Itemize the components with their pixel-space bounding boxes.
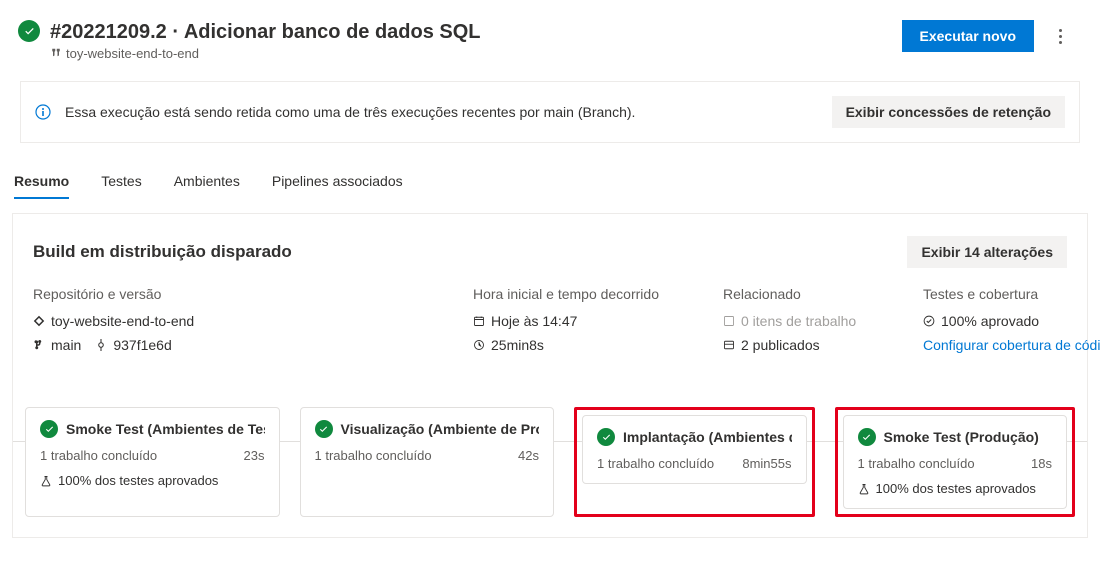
stages-strip: Smoke Test (Ambientes de Teste 1 trabalho… — [13, 377, 1087, 537]
stage-jobs: 1 trabalho concluído — [858, 456, 975, 471]
start-time: Hoje às 14:47 — [473, 313, 673, 329]
success-icon — [858, 428, 876, 446]
stage-card[interactable]: Implantação (Ambientes de P... 1 trabalho… — [582, 415, 807, 484]
stage-card[interactable]: Smoke Test (Produção) 1 trabalho concluíd… — [843, 415, 1068, 509]
run-new-button[interactable]: Executar novo — [902, 20, 1034, 52]
show-changes-button[interactable]: Exibir 14 alterações — [907, 236, 1067, 268]
tests-approved: 100% aprovado — [923, 313, 1067, 329]
success-icon — [315, 420, 333, 438]
success-icon — [18, 20, 40, 42]
pipeline-name[interactable]: toy-website-end-to-end — [50, 46, 902, 61]
success-icon — [40, 420, 58, 438]
tab-associated-pipelines[interactable]: Pipelines associados — [272, 173, 403, 199]
stage-duration: 18s — [1031, 456, 1052, 471]
stage-tests: 100% dos testes aprovados — [40, 473, 265, 488]
meta-related: Relacionado 0 itens de trabalho 2 public… — [723, 286, 873, 353]
published-artifacts[interactable]: 2 publicados — [723, 337, 873, 353]
commit-icon — [95, 339, 107, 351]
retention-bar: Essa execução está sendo retida como uma… — [20, 81, 1080, 143]
tab-environments[interactable]: Ambientes — [174, 173, 240, 199]
stage-highlight: Implantação (Ambientes de P... 1 trabalho… — [574, 407, 815, 517]
more-menu-button[interactable] — [1044, 20, 1076, 52]
summary-card: Build em distribuição disparado Exibir 1… — [12, 213, 1088, 538]
stage-jobs: 1 trabalho concluído — [597, 456, 714, 471]
stage-title: Visualização (Ambiente de Pro ... — [315, 420, 540, 438]
meta-repo: Repositório e versão toy-website-end-to-… — [33, 286, 263, 353]
calendar-icon — [473, 315, 485, 327]
meta-time: Hora inicial e tempo decorrido Hoje às 1… — [473, 286, 673, 353]
retention-leases-button[interactable]: Exibir concessões de retenção — [832, 96, 1065, 128]
duration: 25min8s — [473, 337, 673, 353]
work-items: 0 itens de trabalho — [723, 313, 873, 329]
repo-name[interactable]: toy-website-end-to-end — [33, 313, 263, 329]
run-tabs: Resumo Testes Ambientes Pipelines associ… — [0, 143, 1100, 199]
stage-duration: 23s — [244, 448, 265, 463]
stage-duration: 42s — [518, 448, 539, 463]
stage-title: Smoke Test (Ambientes de Teste — [40, 420, 265, 438]
check-icon — [923, 315, 935, 327]
pipeline-icon — [50, 48, 62, 60]
stage-highlight: Smoke Test (Produção) 1 trabalho concluíd… — [835, 407, 1076, 517]
run-title: #20221209.2 · Adicionar banco de dados S… — [50, 20, 902, 44]
success-icon — [597, 428, 615, 446]
clock-icon — [473, 339, 485, 351]
stage-title: Smoke Test (Produção) — [858, 428, 1053, 446]
stage-card[interactable]: Smoke Test (Ambientes de Teste 1 trabalho… — [25, 407, 280, 517]
repo-icon — [33, 315, 45, 327]
info-icon — [35, 104, 51, 120]
summary-heading: Build em distribuição disparado — [33, 242, 907, 262]
summary-meta: Repositório e versão toy-website-end-to-… — [13, 286, 1087, 377]
stage-duration: 8min55s — [742, 456, 791, 471]
meta-tests: Testes e cobertura 100% aprovado Configu… — [923, 286, 1067, 353]
retention-message: Essa execução está sendo retida como uma… — [65, 104, 818, 120]
branch-icon — [33, 339, 45, 351]
stage-tests: 100% dos testes aprovados — [858, 481, 1053, 496]
flask-icon — [858, 483, 870, 495]
workitem-icon — [723, 315, 735, 327]
artifact-icon — [723, 339, 735, 351]
flask-icon — [40, 475, 52, 487]
stage-title: Implantação (Ambientes de P... — [597, 428, 792, 446]
stage-jobs: 1 trabalho concluído — [40, 448, 157, 463]
configure-coverage-link[interactable]: Configurar cobertura de código — [923, 337, 1067, 353]
run-header: #20221209.2 · Adicionar banco de dados S… — [0, 0, 1100, 65]
stage-jobs: 1 trabalho concluído — [315, 448, 432, 463]
stage-card[interactable]: Visualização (Ambiente de Pro ... 1 traba… — [300, 407, 555, 517]
tab-summary[interactable]: Resumo — [14, 173, 69, 199]
tab-tests[interactable]: Testes — [101, 173, 141, 199]
branch-commit[interactable]: main 937f1e6d — [33, 337, 263, 353]
